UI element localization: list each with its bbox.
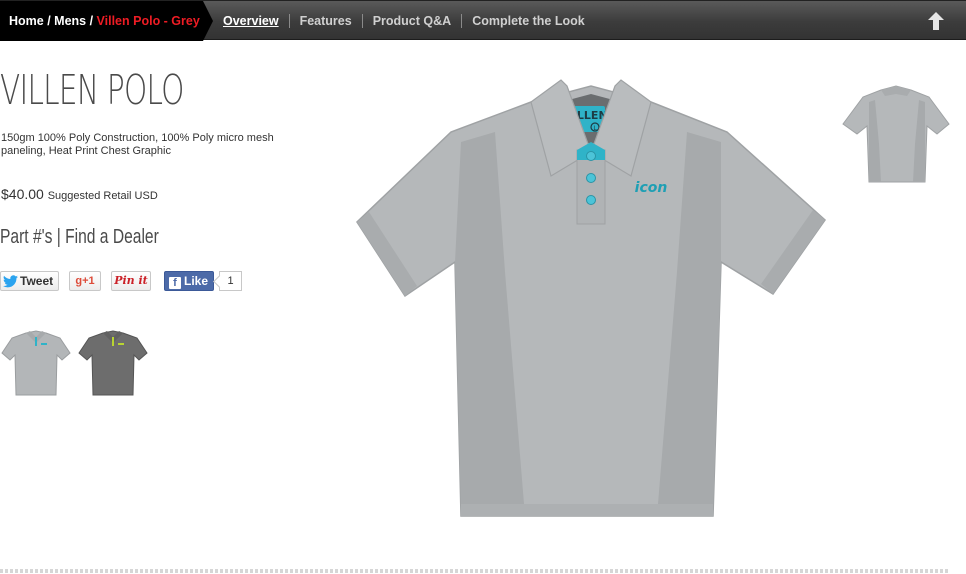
product-price: $40.00 bbox=[1, 186, 44, 202]
breadcrumb-mens[interactable]: Mens bbox=[54, 14, 86, 28]
like-count: 1 bbox=[219, 271, 242, 291]
back-view-thumbnail[interactable] bbox=[841, 84, 951, 186]
product-description: 150gm 100% Poly Construction, 100% Poly … bbox=[1, 132, 274, 157]
tab-overview[interactable]: Overview bbox=[213, 14, 290, 28]
product-title: VILLEN POLO bbox=[0, 66, 184, 114]
link-separator: | bbox=[52, 226, 66, 248]
price-note: Suggested Retail USD bbox=[47, 190, 158, 202]
breadcrumb-separator: / bbox=[43, 14, 55, 28]
like-label: Like bbox=[184, 274, 209, 288]
part-numbers-link[interactable]: Part #'s bbox=[0, 226, 52, 248]
product-nav: Overview Features Product Q&A Complete t… bbox=[213, 1, 595, 41]
tab-product-qa[interactable]: Product Q&A bbox=[363, 14, 463, 28]
breadcrumb: Home / Mens / Villen Polo - Grey bbox=[0, 1, 213, 41]
pinit-button[interactable]: Pin it bbox=[111, 271, 151, 291]
facebook-f-icon: f bbox=[169, 277, 181, 289]
tab-features[interactable]: Features bbox=[290, 14, 363, 28]
gplus-button[interactable]: g+1 bbox=[69, 271, 101, 291]
top-bar: Home / Mens / Villen Polo - Grey Overvie… bbox=[0, 0, 966, 41]
find-dealer-link[interactable]: Find a Dealer bbox=[65, 226, 159, 248]
tweet-label: Tweet bbox=[20, 274, 54, 288]
product-main-image: VILLEN L icon bbox=[356, 79, 826, 517]
breadcrumb-current: Villen Polo - Grey bbox=[96, 14, 200, 28]
chest-logo: icon bbox=[635, 180, 668, 196]
thumbnail-grey[interactable] bbox=[0, 327, 72, 399]
breadcrumb-home[interactable]: Home bbox=[9, 14, 44, 28]
tweet-button[interactable]: Tweet bbox=[0, 271, 59, 291]
up-arrow-icon[interactable] bbox=[928, 12, 944, 30]
thumbnail-charcoal[interactable] bbox=[77, 327, 149, 399]
tab-complete-the-look[interactable]: Complete the Look bbox=[462, 14, 595, 28]
twitter-bird-icon bbox=[3, 275, 18, 288]
product-price-row: $40.00 Suggested Retail USD bbox=[1, 186, 158, 202]
facebook-like-button[interactable]: f Like bbox=[164, 271, 214, 291]
product-links: Part #'s | Find a Dealer bbox=[0, 226, 159, 249]
gplus-label: +1 bbox=[82, 275, 95, 287]
breadcrumb-separator: / bbox=[86, 14, 97, 28]
bottom-divider bbox=[0, 569, 948, 573]
